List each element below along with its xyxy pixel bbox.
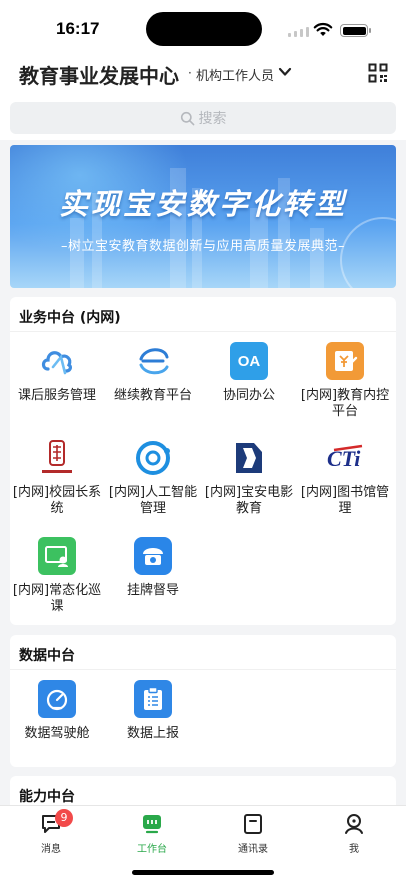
status-bar: 16:17 [0,0,406,56]
tile-label: [内网]宝安电影教育 [204,485,294,516]
profile-icon [345,814,363,834]
tab-workbench[interactable]: 工作台 [122,812,182,855]
app-tile-patrol-class[interactable]: [内网]常态化巡课 [12,537,102,615]
dashboard-gauge-icon [38,680,76,718]
app-tile-library[interactable]: CTi [内网]图书馆管理 [300,439,390,517]
search-input[interactable]: 搜索 [10,102,396,134]
dynamic-island [146,12,262,46]
status-time: 16:17 [56,19,100,38]
tab-label: 通讯录 [238,844,268,855]
app-tile-data-cockpit[interactable]: 数据驾驶舱 [12,680,102,742]
section-title: 能力中台 [19,789,75,805]
search-icon [180,111,194,125]
tab-contacts[interactable]: 通讯录 [223,812,283,855]
tab-me[interactable]: 我 [324,812,384,855]
section-title: 业务中台 (内网) [19,310,121,326]
organization-title: 教育事业发展中心 [19,64,179,88]
section-title: 数据中台 [19,648,75,664]
tile-label: [内网]教育内控平台 [300,388,390,419]
app-tile-data-report[interactable]: 数据上报 [108,680,198,742]
ai-ring-icon [134,439,172,477]
app-tile-after-school[interactable]: 课后服务管理 [12,342,102,404]
wifi-icon [313,22,333,36]
scan-qr-icon[interactable] [368,63,388,83]
app-tile-principal-system[interactable]: [内网]校园长系统 [12,439,102,517]
banner-title: 实现宝安数字化转型 [58,187,347,221]
tile-label: 数据驾驶舱 [24,726,90,741]
battery-icon [340,24,371,37]
app-tile-oa[interactable]: OA 协同办公 [204,342,294,404]
tile-label: 数据上报 [126,726,179,741]
tile-label: 挂牌督导 [126,583,179,598]
home-indicator[interactable] [132,870,274,875]
library-cti-icon: CTi [326,439,364,477]
data-platform-card: 数据中台 数据驾驶舱 数据上报 [10,635,396,767]
app-tile-ai-management[interactable]: [内网]人工智能管理 [108,439,198,517]
patrol-class-icon [38,537,76,575]
app-header: 教育事业发展中心 · 机构工作人员 [0,56,406,92]
title-separator: · [188,66,192,80]
search-area: 搜索 [0,92,406,140]
report-clipboard-icon [134,680,172,718]
tile-label: 协同办公 [222,388,275,403]
unread-badge: 9 [55,809,73,827]
signal-icon [288,27,309,37]
tile-label: 继续教育平台 [113,388,192,403]
finance-control-icon [326,342,364,380]
supervision-icon [134,537,172,575]
business-platform-card: 业务中台 (内网) 课后服务管理 继续教育平台 OA 协同办公 [内网]教育内控… [10,297,396,625]
tile-label: [内网]校园长系统 [12,485,102,516]
app-tile-film-education[interactable]: [内网]宝安电影教育 [204,439,294,517]
tab-messages[interactable]: 9 消息 [21,809,81,855]
cloud-icon [38,342,76,380]
search-placeholder: 搜索 [198,111,227,127]
oa-icon: OA [230,342,268,380]
banner-subtitle: –树立宝安教育数据创新与应用高质量发展典范– [60,239,345,254]
chevron-down-icon[interactable] [278,66,292,78]
tab-label: 消息 [41,844,61,855]
promo-banner[interactable]: 实现宝安数字化转型 –树立宝安教育数据创新与应用高质量发展典范– [10,145,396,288]
tab-label: 我 [349,844,359,855]
workbench-icon [143,815,161,834]
tab-label: 工作台 [137,844,167,855]
tile-label: [内网]人工智能管理 [108,485,198,516]
principal-seal-icon [38,439,76,477]
tile-label: 课后服务管理 [17,388,96,403]
continuing-education-icon [134,342,172,380]
app-tile-continuing-education[interactable]: 继续教育平台 [108,342,198,404]
tile-label: [内网]图书馆管理 [300,485,390,516]
app-tile-supervision[interactable]: 挂牌督导 [108,537,198,599]
role-selector[interactable]: 机构工作人员 [196,65,274,84]
app-tile-finance-control[interactable]: [内网]教育内控平台 [300,342,390,420]
tile-label: [内网]常态化巡课 [12,583,102,614]
contacts-icon [244,814,262,834]
film-education-icon [230,439,268,477]
